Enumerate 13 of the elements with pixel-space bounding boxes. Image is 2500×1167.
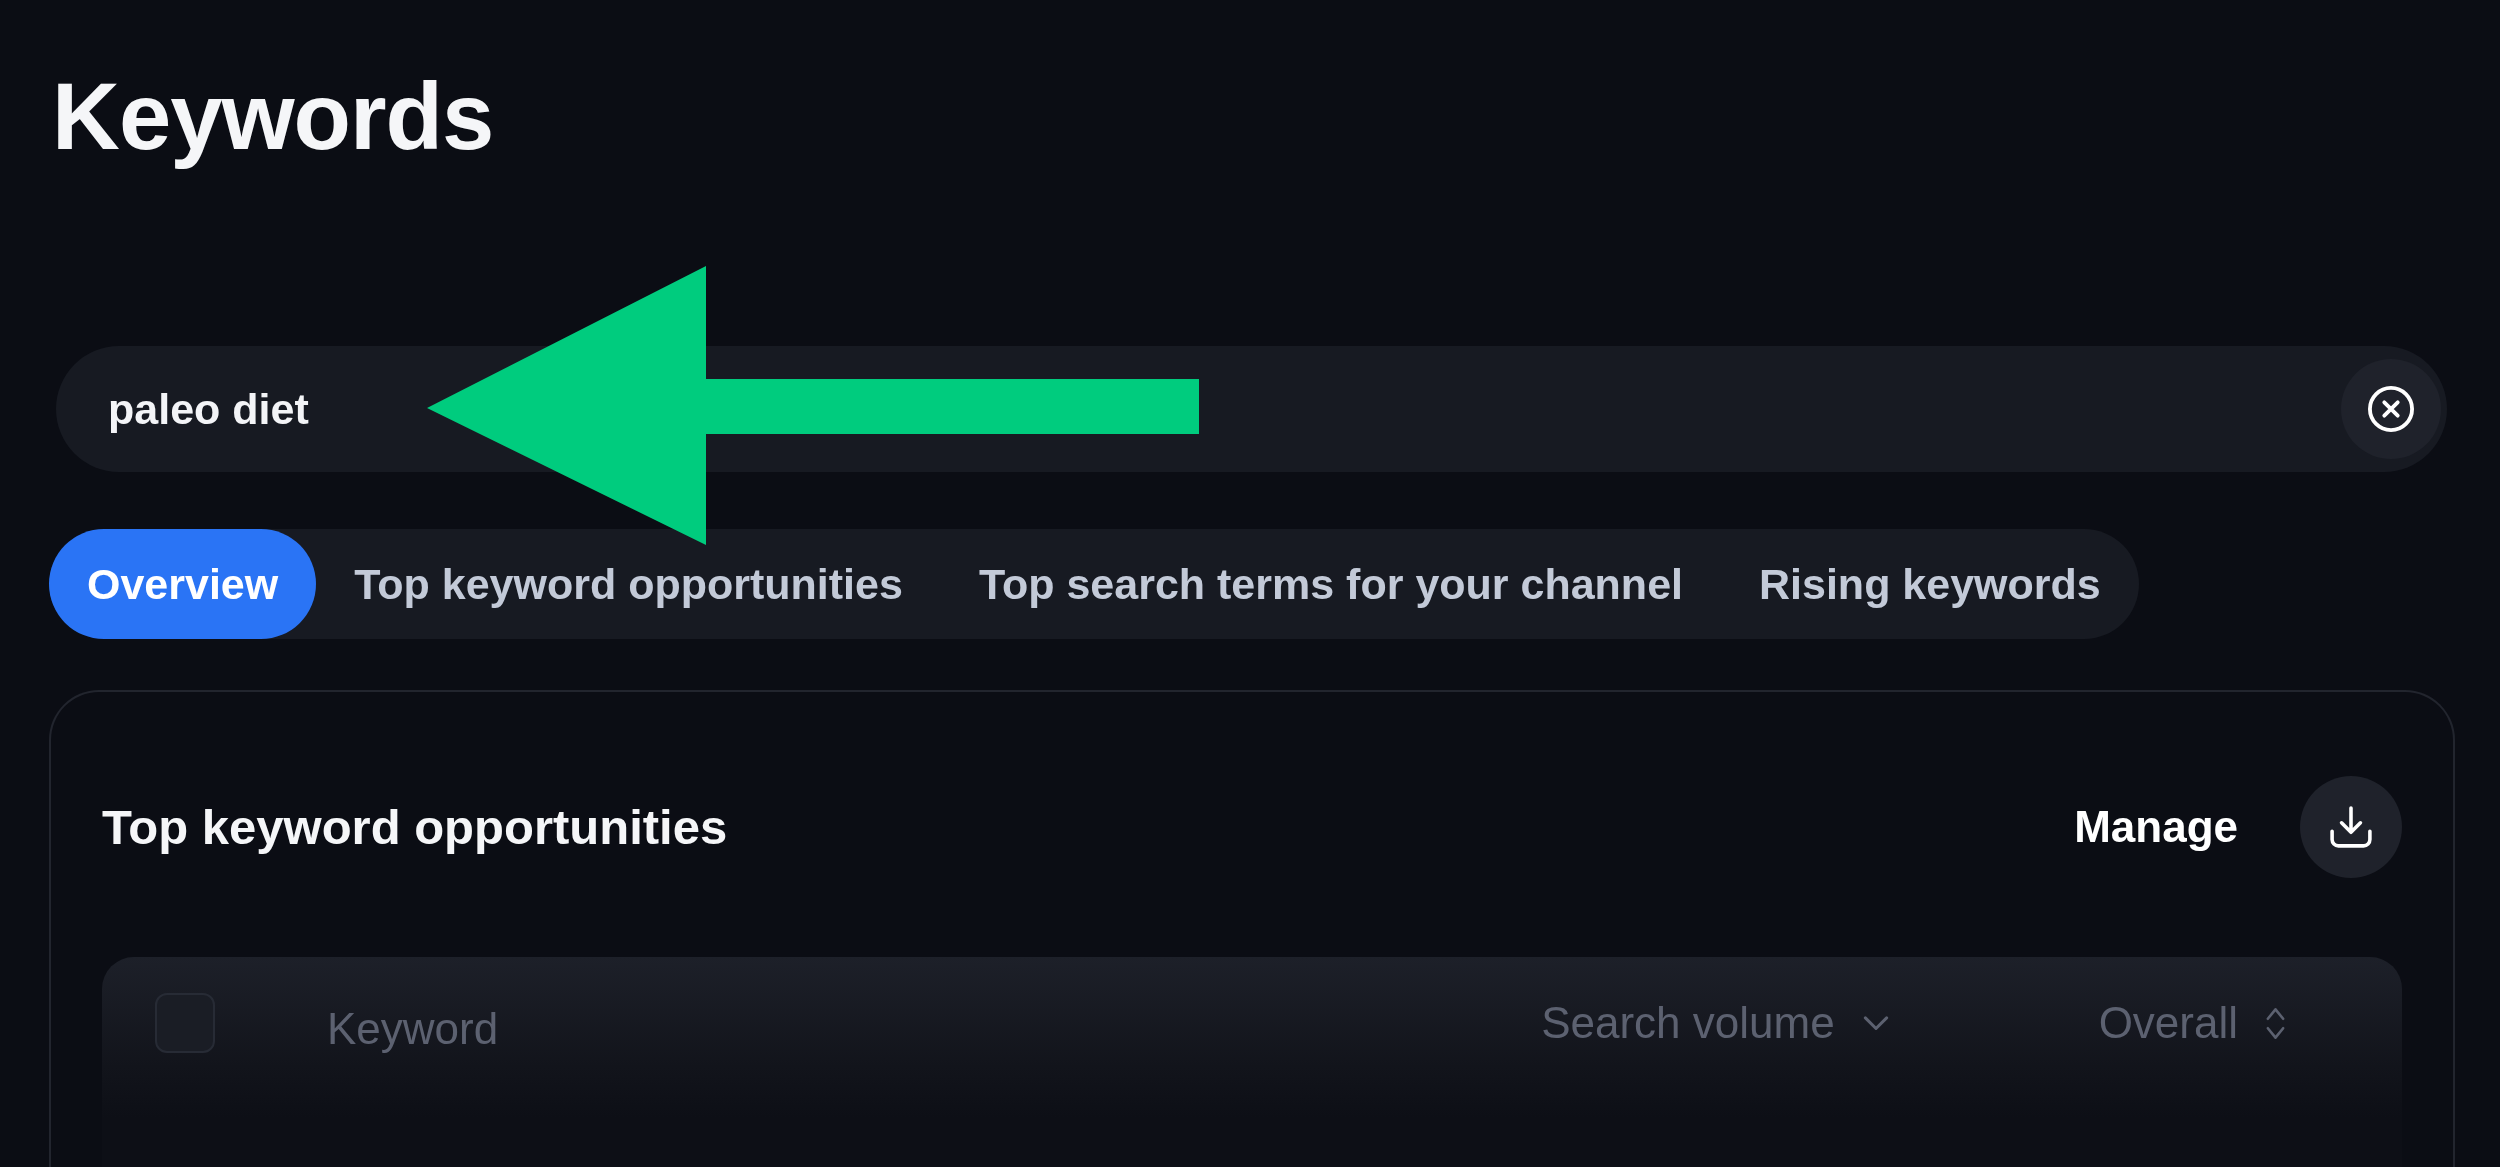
tab[interactable]: Top keyword opportunities bbox=[316, 529, 941, 640]
download-icon bbox=[2330, 806, 2372, 849]
page-title: Keywords bbox=[52, 63, 495, 171]
manage-button[interactable]: Manage bbox=[2074, 802, 2238, 853]
column-header: Keyword bbox=[327, 1004, 500, 1055]
card-title: Top keyword opportunities bbox=[102, 799, 729, 856]
chevron-down-icon bbox=[1862, 1015, 1889, 1031]
sort-chevrons-icon bbox=[2266, 1006, 2285, 1040]
tab[interactable]: Overview bbox=[49, 529, 317, 640]
tab[interactable]: Top search terms for your channel bbox=[940, 529, 1721, 640]
clear-icon bbox=[2368, 386, 2414, 433]
select-all-checkbox[interactable] bbox=[155, 993, 215, 1054]
tab[interactable]: Rising keywords bbox=[1721, 529, 2139, 640]
